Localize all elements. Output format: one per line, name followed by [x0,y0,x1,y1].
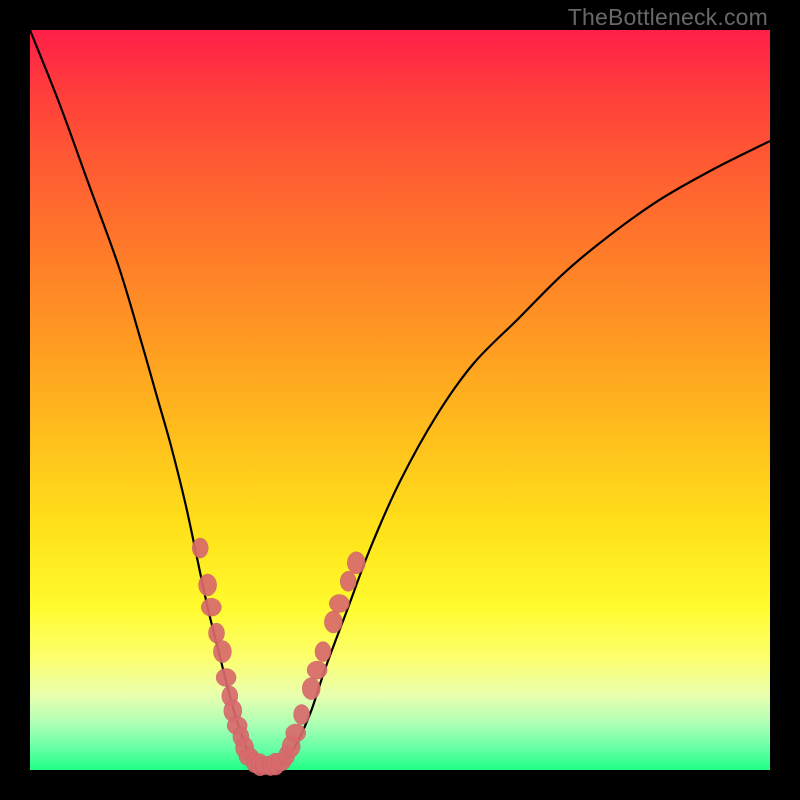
data-point [213,641,231,663]
data-point-markers [192,538,365,776]
data-point [199,574,217,596]
data-point [302,678,320,700]
data-point [192,538,208,558]
data-point [340,571,356,591]
data-point [201,598,221,616]
data-point [216,669,236,687]
data-point [315,642,331,662]
data-point [294,705,310,725]
data-point [209,623,225,643]
watermark-text: TheBottleneck.com [568,4,768,31]
chart-frame: TheBottleneck.com [0,0,800,800]
chart-svg [30,30,770,770]
bottleneck-curve [30,30,770,767]
data-point [324,611,342,633]
data-point [329,595,349,613]
data-point [307,661,327,679]
data-point [347,552,365,574]
data-point [286,724,306,742]
plot-area [30,30,770,770]
